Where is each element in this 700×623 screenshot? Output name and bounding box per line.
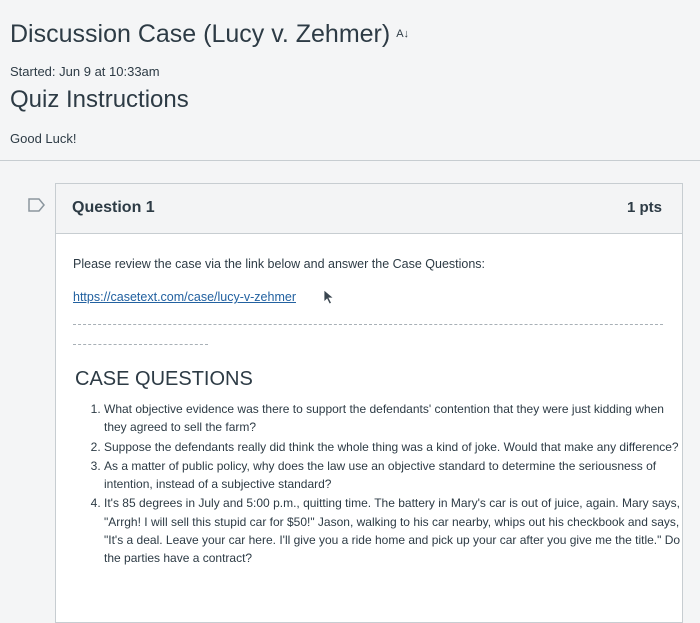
page-title: Discussion Case (Lucy v. Zehmer) A↓: [10, 20, 409, 49]
case-question-item: What objective evidence was there to sup…: [104, 400, 682, 437]
mouse-cursor-icon: [323, 289, 335, 305]
divider: [73, 344, 208, 345]
question-header: Question 1 1 pts: [56, 184, 682, 234]
case-questions-list: What objective evidence was there to sup…: [84, 400, 682, 569]
quiz-title: Discussion Case (Lucy v. Zehmer): [10, 20, 391, 48]
question-points: 1 pts: [626, 199, 662, 216]
case-link[interactable]: https://casetext.com/case/lucy-v-zehmer: [73, 290, 296, 304]
quiz-instructions-heading: Quiz Instructions: [10, 86, 189, 113]
accessibility-icon[interactable]: A↓: [396, 28, 409, 40]
case-question-item: It's 85 degrees in July and 5:00 p.m., q…: [104, 494, 682, 567]
divider: [73, 324, 663, 325]
question-title: Question 1: [72, 199, 155, 216]
quiz-instructions-text: Good Luck!: [10, 131, 77, 146]
case-question-item: Suppose the defendants really did think …: [104, 438, 682, 456]
question-intro: Please review the case via the link belo…: [73, 257, 486, 271]
started-info: Started: Jun 9 at 10:33am: [10, 64, 160, 79]
case-question-item: As a matter of public policy, why does t…: [104, 457, 682, 494]
question-card: Question 1 1 pts Please review the case …: [55, 183, 683, 623]
flag-icon[interactable]: [28, 198, 46, 212]
started-value: Jun 9 at 10:33am: [59, 64, 160, 79]
divider: [0, 160, 700, 161]
case-questions-heading: CASE QUESTIONS: [75, 368, 253, 390]
started-label: Started:: [10, 64, 56, 79]
